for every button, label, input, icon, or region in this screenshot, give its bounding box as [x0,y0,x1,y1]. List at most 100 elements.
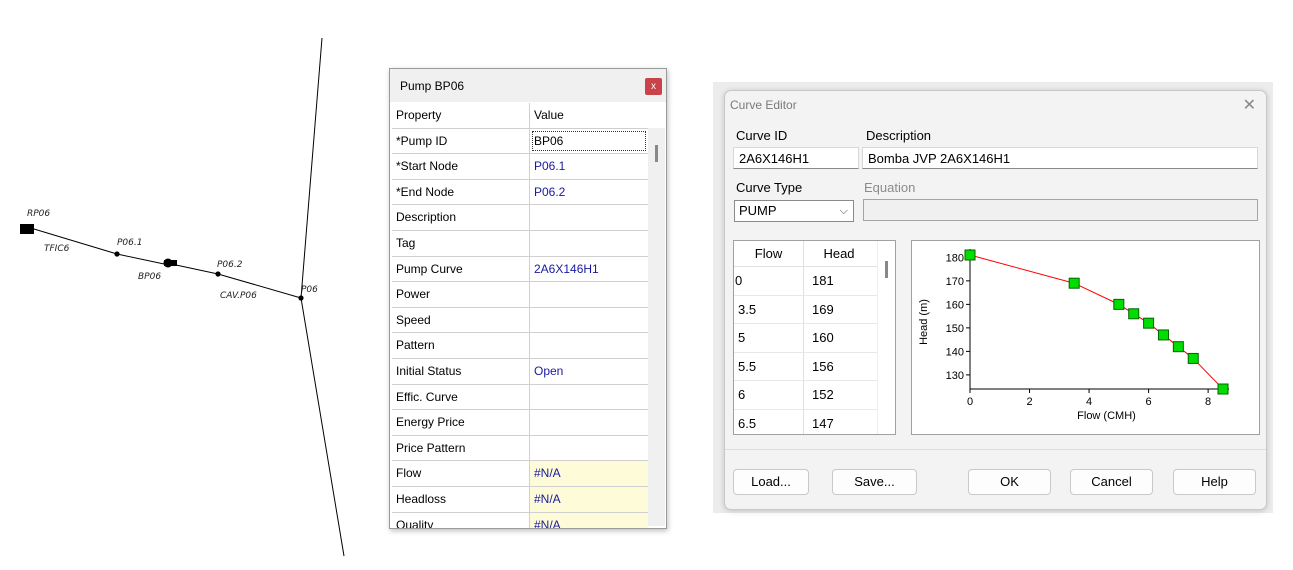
head-cell[interactable]: 156 [804,353,874,381]
property-row[interactable]: Pattern [392,333,648,359]
pipe-north[interactable] [300,37,323,299]
scrollbar-thumb[interactable] [885,261,888,278]
property-row[interactable]: Energy Price [392,410,648,436]
property-row[interactable]: *Pump ID BP06 [392,128,648,155]
curve-data-table[interactable]: Flow Head 0 181 3.5 169 5 160 5.5 156 6 152 6.5 147 [733,240,896,435]
property-name: Flow [392,461,530,486]
flow-cell[interactable]: 6 [734,381,804,409]
curve-table-row[interactable]: 5 160 [734,324,895,353]
flow-cell[interactable]: 3.5 [734,295,804,323]
pump-icon[interactable] [163,258,178,268]
property-row[interactable]: Price Pattern [392,435,648,462]
property-name: Speed [392,307,530,333]
description-field[interactable]: Bomba JVP 2A6X146H1 [862,147,1258,169]
pump-curve-chart: 130 140 150 160 170 180 0 2 4 6 8 Flow (CMH) Head (m… [911,240,1260,435]
curve-point [1217,383,1229,395]
close-icon[interactable]: x [645,78,662,95]
curve-id-field[interactable]: 2A6X146H1 [733,147,859,169]
property-grid-scrollbar[interactable] [648,128,665,526]
property-name: Initial Status [392,358,530,384]
property-value[interactable]: P06.2 [530,180,648,205]
property-name: Quality [392,512,530,528]
property-row[interactable]: Pump Curve 2A6X146H1 [392,256,648,283]
curve-type-select[interactable]: PUMP ⌵ [734,200,854,222]
junction-p06[interactable] [298,295,304,301]
property-value[interactable] [530,231,648,256]
property-row[interactable]: Description [392,205,648,231]
flow-cell[interactable]: 6.5 [734,409,804,434]
property-row[interactable]: Headloss #N/A [392,486,648,513]
save-button[interactable]: Save... [832,469,917,495]
pipe-south[interactable] [300,297,345,557]
property-value[interactable] [530,385,648,410]
property-row[interactable]: Speed [392,307,648,334]
property-value[interactable] [530,205,648,230]
node-p06-1[interactable] [114,251,120,257]
curve-editor-dialog: Curve Editor ✕ Curve ID 2A6X146H1 Descri… [724,90,1267,510]
head-cell[interactable]: 169 [804,296,874,324]
label-node-p06-2: P06.2 [217,260,243,270]
pipe-pump-to-p06-2[interactable] [175,264,219,275]
property-value[interactable]: 2A6X146H1 [530,257,648,282]
curve-table-row[interactable]: 0 181 [734,267,895,296]
property-row[interactable]: *End Node P06.2 [392,179,648,206]
property-name: Tag [392,230,530,256]
curve-table-row[interactable]: 3.5 169 [734,295,895,324]
flow-cell[interactable]: 5 [734,324,804,352]
y-axis-label: Head (m) [918,299,930,345]
property-row[interactable]: Power [392,282,648,308]
label-node-p06-1: P06.1 [117,238,142,248]
property-row[interactable]: *Start Node P06.1 [392,154,648,180]
pipe-p06-1-to-pump[interactable] [116,253,165,265]
property-row[interactable]: Initial Status Open [392,358,648,385]
property-value[interactable] [530,436,648,461]
curve-table-row[interactable]: 6 152 [734,381,895,410]
property-row[interactable]: Flow #N/A [392,461,648,487]
head-cell[interactable]: 160 [804,324,874,352]
ok-button[interactable]: OK [968,469,1051,495]
load-button[interactable]: Load... [733,469,809,495]
property-value[interactable]: BP06 [530,129,648,154]
property-value[interactable]: P06.1 [530,154,648,179]
reservoir-icon[interactable] [20,224,34,234]
x-tick-label: 6 [1146,396,1152,408]
property-value[interactable] [530,333,648,358]
head-cell[interactable]: 147 [804,410,874,435]
head-cell[interactable]: 152 [804,381,874,409]
property-window-titlebar[interactable]: Pump BP06 x [390,69,666,102]
head-column-header: Head [823,246,855,261]
node-p06-2[interactable] [215,271,221,277]
x-axis-label: Flow (CMH) [1077,410,1136,422]
property-value[interactable] [530,410,648,435]
property-value[interactable] [530,308,648,333]
property-name: Pattern [392,333,530,358]
property-row[interactable]: Quality #N/A [392,512,648,528]
curve-table-header: Flow Head [734,241,895,267]
property-value[interactable]: Open [530,359,648,384]
head-cell[interactable]: 181 [804,267,874,295]
flow-cell[interactable]: 5.5 [734,352,804,380]
property-value[interactable]: #N/A [530,486,648,512]
help-button[interactable]: Help [1173,469,1256,495]
property-row[interactable]: Effic. Curve [392,384,648,411]
flow-cell[interactable]: 0 [734,267,804,295]
network-map[interactable]: RP06 TFIC6 P06.1 BP06 P06.2 CAV.P06 P06 [0,0,380,570]
curve-table-row[interactable]: 5.5 156 [734,352,895,381]
curve-table-row[interactable]: 6.5 147 [734,409,895,435]
curve-point [1143,317,1155,329]
scrollbar-thumb[interactable] [655,145,658,162]
y-tick-label: 170 [946,276,964,288]
property-value[interactable]: #N/A [530,512,648,528]
property-name: Power [392,282,530,307]
property-row[interactable]: Tag [392,230,648,257]
column-header-value: Value [534,108,564,122]
equation-field[interactable] [863,199,1258,221]
label-reservoir: RP06 [27,209,50,219]
property-value[interactable] [530,282,648,307]
curve-editor-title: Curve Editor [730,98,797,112]
curve-table-scrollbar[interactable] [877,241,895,434]
cancel-button[interactable]: Cancel [1070,469,1153,495]
property-name: Effic. Curve [392,384,530,410]
property-value[interactable]: #N/A [530,461,648,486]
close-icon[interactable]: ✕ [1243,95,1256,115]
